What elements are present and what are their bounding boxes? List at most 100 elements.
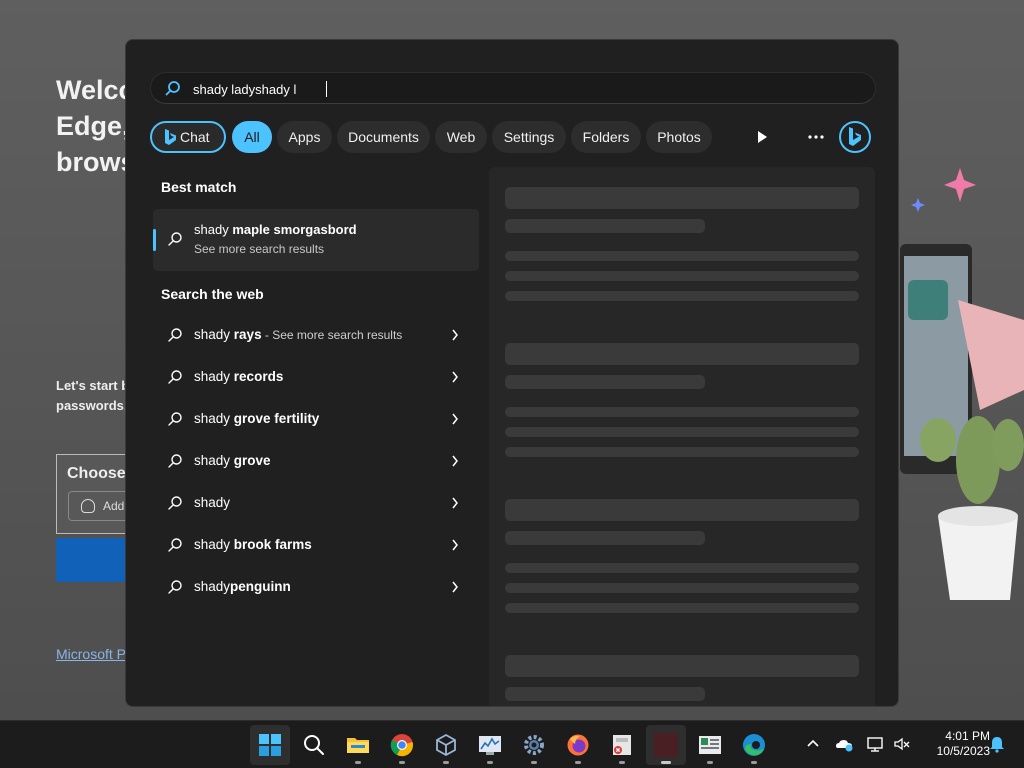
search-icon	[168, 328, 182, 342]
web-result-item[interactable]: shady	[153, 483, 479, 523]
web-result-text: shady rays - See more search results	[194, 327, 402, 342]
search-icon	[168, 454, 182, 468]
skeleton-bar	[505, 447, 859, 457]
preview-pane-loading	[489, 167, 875, 706]
running-indicator	[619, 761, 625, 764]
onedrive-icon[interactable]	[835, 735, 853, 753]
filter-chat[interactable]: Chat	[150, 121, 226, 153]
skeleton-bar	[505, 271, 859, 281]
welcome-subtitle: Let's start b passwords,	[56, 376, 128, 416]
firefox-icon	[567, 734, 589, 756]
control-panel-icon	[699, 736, 721, 754]
web-result-text: shady grove	[194, 453, 271, 468]
web-result-bold: brook farms	[233, 537, 312, 552]
web-result-item[interactable]: shady brook farms	[153, 525, 479, 565]
filter-web[interactable]: Web	[435, 121, 487, 153]
edge-icon	[743, 734, 765, 756]
taskbar-virtualbox[interactable]	[426, 725, 466, 765]
welcome-title-line: brows	[56, 147, 136, 177]
taskbar-resource-monitor[interactable]	[470, 725, 510, 765]
volume-muted-icon[interactable]	[893, 735, 911, 753]
web-result-prefix: shady	[194, 369, 231, 384]
windows-start-icon	[259, 734, 281, 756]
search-box[interactable]	[150, 72, 876, 104]
search-icon	[168, 232, 182, 246]
taskbar-chrome[interactable]	[382, 725, 422, 765]
search-icon	[168, 580, 182, 594]
running-indicator	[707, 761, 713, 764]
web-result-item[interactable]: shady grove	[153, 441, 479, 481]
web-result-text: shady grove fertility	[194, 411, 319, 426]
taskbar-search-button[interactable]	[294, 725, 334, 765]
bing-chat-icon[interactable]	[838, 120, 872, 154]
more-options-icon[interactable]	[805, 126, 827, 148]
play-arrow-icon[interactable]	[751, 126, 773, 148]
running-indicator	[355, 761, 361, 764]
taskbar-firefox[interactable]	[558, 725, 598, 765]
taskbar-file-explorer[interactable]	[338, 725, 378, 765]
taskbar-remote-app[interactable]	[602, 725, 642, 765]
welcome-title-line: Edge,	[56, 111, 130, 141]
taskbar-edge[interactable]	[734, 725, 774, 765]
filter-folders[interactable]: Folders	[571, 121, 641, 153]
person-icon	[81, 499, 95, 513]
web-result-prefix: shady	[194, 453, 231, 468]
add-label: Add	[103, 499, 125, 513]
running-indicator	[575, 761, 581, 764]
network-icon[interactable]	[866, 735, 884, 753]
filter-settings[interactable]: Settings	[492, 121, 566, 153]
welcome-subtitle-line: passwords,	[56, 398, 128, 413]
web-result-item[interactable]: shady grove fertility	[153, 399, 479, 439]
search-icon	[168, 370, 182, 384]
filter-apps[interactable]: Apps	[277, 121, 332, 153]
confirm-button[interactable]	[56, 538, 126, 582]
skeleton-bar	[505, 219, 705, 233]
welcome-subtitle-line: Let's start b	[56, 378, 128, 393]
search-filter-bar: Chat All Apps Documents Web Settings Fol…	[150, 120, 876, 154]
running-indicator	[399, 761, 405, 764]
web-result-bold: penguinn	[230, 579, 291, 594]
taskbar: 4:01 PM 10/5/2023	[0, 720, 1024, 768]
privacy-link[interactable]: Microsoft P	[56, 646, 126, 662]
web-result-prefix: shady	[194, 411, 231, 426]
web-result-text: shady records	[194, 369, 283, 384]
web-result-bold: grove fertility	[233, 411, 320, 426]
taskbar-settings[interactable]	[514, 725, 554, 765]
best-match-item[interactable]: shady maple smorgasbord See more search …	[153, 209, 479, 271]
web-result-item[interactable]: shady rays - See more search results	[153, 315, 479, 355]
filter-chat-label: Chat	[180, 129, 210, 145]
web-result-bold: rays	[233, 327, 262, 342]
search-icon	[168, 538, 182, 552]
text-caret	[326, 81, 327, 97]
resource-monitor-icon	[479, 736, 501, 755]
best-match-subtitle: See more search results	[194, 242, 325, 256]
notification-bell-icon[interactable]	[988, 735, 1006, 753]
chevron-up-icon[interactable]	[804, 735, 822, 753]
web-result-item[interactable]: shadypenguinn	[153, 567, 479, 607]
filter-documents[interactable]: Documents	[337, 121, 430, 153]
web-result-prefix: shady	[194, 327, 231, 342]
windows-search-flyout: Chat All Apps Documents Web Settings Fol…	[125, 39, 899, 707]
skeleton-bar	[505, 407, 859, 417]
web-result-item[interactable]: shady records	[153, 357, 479, 397]
filter-photos[interactable]: Photos	[646, 121, 712, 153]
skeleton-bar	[505, 531, 705, 545]
best-match-prefix: shady	[194, 222, 229, 237]
chrome-icon	[390, 734, 413, 757]
search-icon	[168, 412, 182, 426]
taskbar-blank-app[interactable]	[646, 725, 686, 765]
file-explorer-icon	[347, 738, 369, 753]
search-icon	[304, 735, 324, 755]
skeleton-bar	[505, 375, 705, 389]
start-button[interactable]	[250, 725, 290, 765]
running-indicator	[487, 761, 493, 764]
web-result-text: shadypenguinn	[194, 579, 291, 594]
welcome-title: Welco Edge, brows	[56, 72, 136, 180]
filter-all[interactable]: All	[232, 121, 272, 153]
settings-icon	[524, 735, 544, 755]
search-input[interactable]	[193, 78, 793, 100]
skeleton-bar	[505, 343, 859, 365]
taskbar-control-panel[interactable]	[690, 725, 730, 765]
choose-label: Choose	[67, 465, 126, 482]
system-clock[interactable]: 4:01 PM 10/5/2023	[916, 729, 990, 759]
